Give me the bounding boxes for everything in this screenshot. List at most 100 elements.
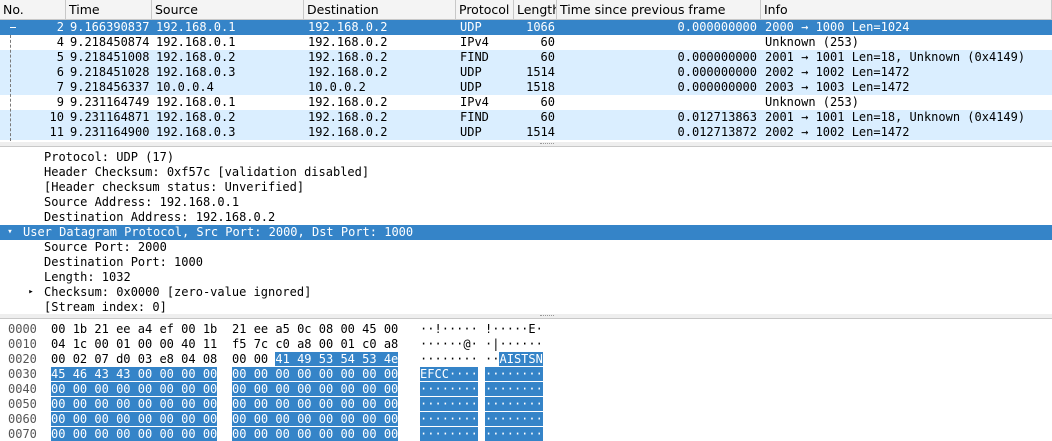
packet-time-delta: 0.000000000 [677,50,757,64]
packet-row[interactable]: 2 9.166390837 192.168.0.1 192.168.0.2 UDP 106… [0,20,1052,35]
packet-row[interactable]: 9 9.231164749 192.168.0.1 192.168.0.2 IPv4 60… [0,95,1052,110]
packet-time: 9.218451008 [70,50,150,64]
hex-bytes[interactable]: 00 1b 21 ee a4 ef 00 1b [51,322,217,337]
ascii-bytes[interactable]: ········ [420,397,478,412]
tree-item[interactable]: [Header checksum status: Unverified] [0,180,1052,195]
ascii-bytes[interactable]: ······@· [420,337,478,352]
packet-length: 60 [540,95,555,109]
packet-time: 9.231164871 [70,110,150,124]
hex-bytes[interactable]: 00 00 00 00 00 00 00 00 [232,412,399,427]
tree-item[interactable]: Destination Address: 192.168.0.2 [0,210,1052,225]
ascii-bytes[interactable]: ········ [485,427,543,441]
tree-item[interactable]: Source Port: 2000 [0,240,1052,255]
tree-item[interactable]: ▸ Checksum: 0x0000 [zero-value ignored] [0,285,1052,300]
packet-row[interactable]: 4 9.218450874 192.168.0.1 192.168.0.2 IPv4 60… [0,35,1052,50]
hex-bytes[interactable]: f5 7c c0 a8 00 01 c0 a8 [232,337,398,352]
packet-row[interactable]: 7 9.218456337 10.0.0.4 10.0.0.2 UDP 1518 0.000… [0,80,1052,95]
packet-length: 60 [540,110,555,124]
tree-item-label: [Header checksum status: Unverified] [44,180,305,194]
ascii-bytes[interactable]: ········ [485,412,543,427]
hex-bytes[interactable]: 00 00 00 00 00 00 00 00 [232,382,399,397]
hex-bytes[interactable]: 00 00 41 49 53 54 53 4e [232,352,399,367]
hex-bytes[interactable]: 45 46 43 43 00 00 00 00 [51,367,218,382]
packet-length: 60 [540,35,555,49]
ascii-bytes[interactable]: ········ [485,367,543,382]
packet-time-delta: 0.000000000 [677,80,757,94]
packet-destination: 192.168.0.2 [308,20,388,34]
byte-offset: 0030 [8,367,37,381]
packet-source: 192.168.0.3 [156,65,236,79]
tree-item-label: Source Address: 192.168.0.1 [44,195,240,209]
ascii-bytes[interactable]: !·····E· [485,322,543,337]
ascii-bytes[interactable]: EFCC···· [420,367,478,382]
hex-bytes[interactable]: 00 00 00 00 00 00 00 00 [51,397,218,412]
hex-bytes[interactable]: 00 00 00 00 00 00 00 00 [232,427,399,441]
ascii-bytes[interactable]: ········ [485,382,543,397]
hex-bytes[interactable]: 00 00 00 00 00 00 00 00 [232,367,399,382]
tree-item-label: User Datagram Protocol, Src Port: 2000, … [23,225,414,239]
col-source-header[interactable]: Source [152,0,304,19]
tree-item[interactable]: Destination Port: 1000 [0,255,1052,270]
hex-bytes[interactable]: 21 ee a5 0c 08 00 45 00 [232,322,398,337]
byte-offset: 0000 [8,322,37,336]
ascii-bytes[interactable]: ········ [420,352,478,367]
packet-destination: 192.168.0.2 [308,65,388,79]
packet-details-pane[interactable]: Protocol: UDP (17) Header Checksum: 0xf57… [0,146,1052,315]
col-protocol-header[interactable]: Protocol [456,0,514,19]
packet-source: 192.168.0.2 [156,110,236,124]
packet-source: 192.168.0.1 [156,35,236,49]
packet-row[interactable]: 5 9.218451008 192.168.0.2 192.168.0.2 FIND 60… [0,50,1052,65]
packet-source: 10.0.0.4 [156,80,214,94]
related-packet-indicator [10,27,16,28]
ascii-bytes[interactable]: ··!····· [420,322,478,337]
hex-bytes[interactable]: 04 1c 00 01 00 00 40 11 [51,337,217,352]
expand-arrow-icon[interactable]: ▾ [4,225,16,240]
hex-bytes[interactable]: 00 00 00 00 00 00 00 00 [51,412,218,427]
tree-item-label: Source Port: 2000 [44,240,167,254]
ascii-bytes[interactable]: ·|······ [485,337,543,352]
packet-row[interactable]: 10 9.231164871 192.168.0.2 192.168.0.2 FIND 6… [0,110,1052,125]
tree-item[interactable]: Header Checksum: 0xf57c [validation disa… [0,165,1052,180]
tree-item[interactable]: [Stream index: 0] [0,300,1052,315]
tree-item-label: Header Checksum: 0xf57c [validation disa… [44,165,370,179]
packet-list[interactable]: No. Time Source Destination Protocol Length Ti… [0,0,1052,142]
packet-source: 192.168.0.1 [156,20,236,34]
packet-protocol: FIND [460,50,489,64]
tree-item-label: Protocol: UDP (17) [44,150,175,164]
col-info-header[interactable]: Info [761,0,1052,19]
packet-time-delta: 0.012713872 [677,125,757,139]
packet-info: 2001 → 1001 Len=18, Unknown (0x4149) [765,110,1026,124]
ascii-bytes[interactable]: ········ [420,382,478,397]
ascii-bytes[interactable]: ········ [420,412,478,427]
ascii-bytes[interactable]: ··AISTSN [485,352,543,367]
col-no-header[interactable]: No. [0,0,66,19]
hex-bytes[interactable]: 00 00 00 00 00 00 00 00 [51,382,218,397]
packet-protocol: IPv4 [460,95,489,109]
col-length-header[interactable]: Length [514,0,557,19]
tree-item[interactable]: Protocol: UDP (17) [0,150,1052,165]
hex-bytes[interactable]: 00 00 00 00 00 00 00 00 [232,397,399,412]
col-time-header[interactable]: Time [66,0,152,19]
packet-bytes-pane[interactable]: 0000 00 1b 21 ee a4 ef 00 1b 21 ee a5 0c 0… [0,318,1052,441]
packet-source: 192.168.0.3 [156,125,236,139]
packet-list-header: No. Time Source Destination Protocol Length Ti… [0,0,1052,20]
packet-info: 2002 → 1002 Len=1472 [765,125,910,139]
tree-item[interactable]: Length: 1032 [0,270,1052,285]
packet-time: 9.231164900 [70,125,150,139]
hex-bytes[interactable]: 00 00 00 00 00 00 00 00 [51,427,218,441]
packet-protocol: UDP [460,20,482,34]
packet-row[interactable]: 11 9.231164900 192.168.0.3 192.168.0.2 UDP 15… [0,125,1052,140]
collapse-arrow-icon[interactable]: ▸ [25,285,37,300]
byte-offset: 0060 [8,412,37,426]
packet-info: 2001 → 1001 Len=18, Unknown (0x4149) [765,50,1026,64]
ascii-bytes[interactable]: ········ [420,427,478,441]
ascii-bytes[interactable]: ········ [485,397,543,412]
tree-item-label: [Stream index: 0] [44,300,167,314]
packet-source: 192.168.0.2 [156,50,236,64]
col-destination-header[interactable]: Destination [304,0,456,19]
tree-item-udp[interactable]: ▾ User Datagram Protocol, Src Port: 2000,… [0,225,1052,240]
packet-row[interactable]: 6 9.218451028 192.168.0.3 192.168.0.2 UDP 151… [0,65,1052,80]
tree-item[interactable]: Source Address: 192.168.0.1 [0,195,1052,210]
col-time-delta-header[interactable]: Time since previous frame [557,0,761,19]
hex-bytes[interactable]: 00 02 07 d0 03 e8 04 08 [51,352,217,367]
